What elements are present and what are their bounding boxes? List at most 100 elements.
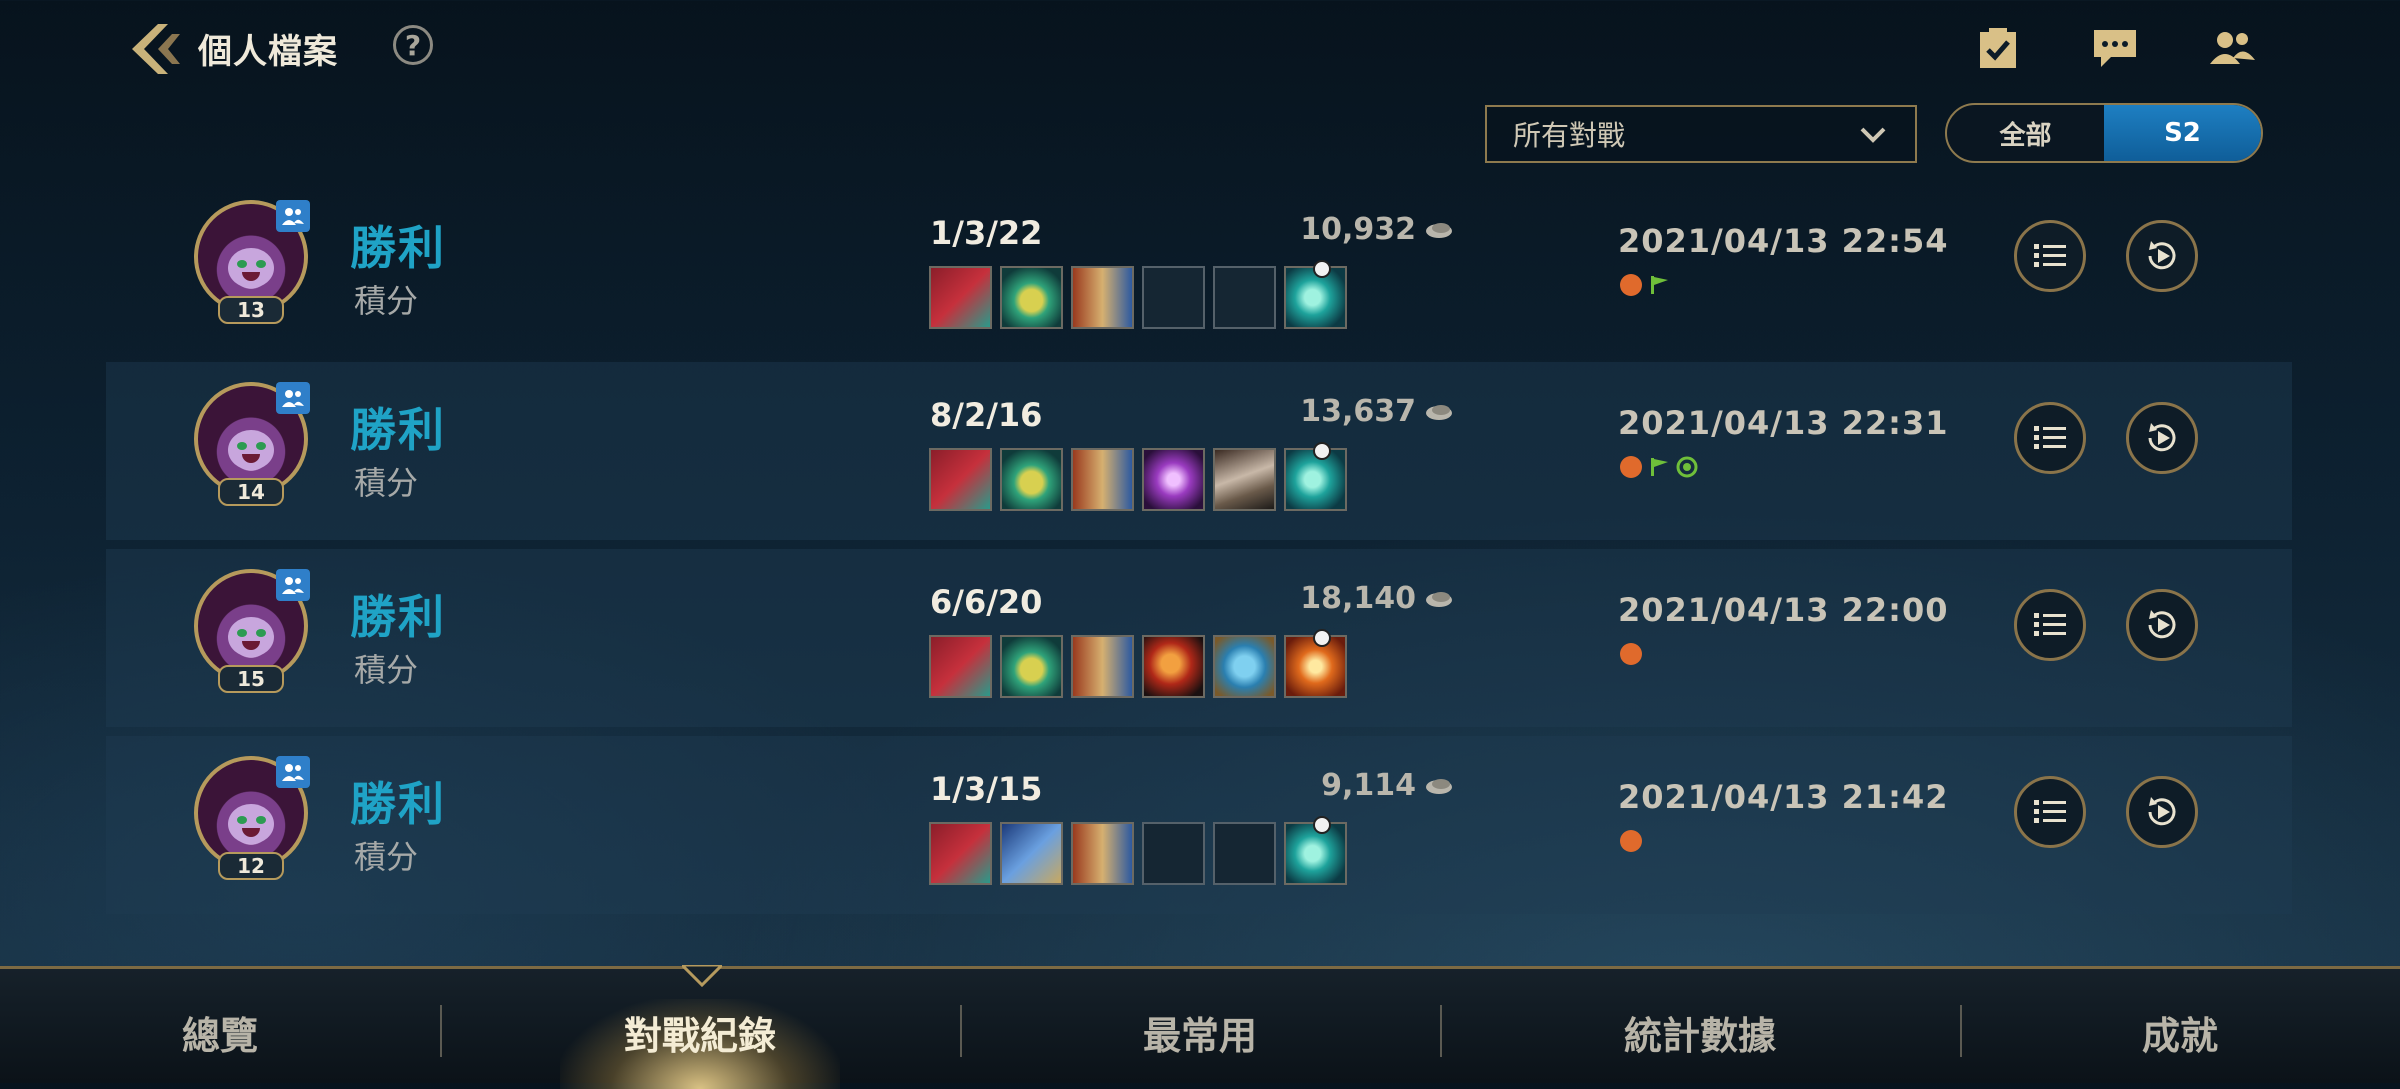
trinket-icon — [1284, 629, 1347, 698]
item-slots — [929, 629, 1347, 698]
friends-icon[interactable] — [2202, 20, 2262, 76]
missions-icon[interactable] — [1968, 20, 2028, 76]
first-blood-icon — [1620, 456, 1642, 478]
replay-button[interactable] — [2126, 589, 2198, 661]
back-arrow-icon — [132, 24, 180, 74]
kda: 1/3/22 — [930, 214, 1043, 252]
help-button[interactable]: ? — [393, 25, 433, 65]
active-tab-pointer-icon — [682, 965, 722, 987]
list-icon — [2034, 244, 2066, 267]
match-row[interactable]: 13 勝利 積分 1/3/22 10,932 2021/04/13 22:54 — [106, 180, 2292, 358]
tab-statistics[interactable]: 統計數據 — [1580, 1005, 1820, 1060]
first-blood-icon — [1620, 643, 1642, 665]
empty-item-slot — [1213, 266, 1276, 329]
match-row[interactable]: 15 勝利 積分 6/6/20 18,140 2021/04/13 22:00 — [106, 549, 2292, 727]
match-result: 勝利 — [350, 403, 446, 457]
match-details-button[interactable] — [2014, 589, 2086, 661]
item-icon — [1071, 822, 1134, 885]
kda: 6/6/20 — [930, 583, 1043, 621]
list-icon — [2034, 613, 2066, 636]
item-icon — [929, 635, 992, 698]
match-type-dropdown[interactable]: 所有對戰 — [1485, 105, 1917, 163]
kda: 1/3/15 — [930, 770, 1043, 808]
replay-button[interactable] — [2126, 402, 2198, 474]
match-details-button[interactable] — [2014, 776, 2086, 848]
flag-icon — [1651, 276, 1668, 294]
flag-icon — [1651, 458, 1668, 476]
item-icon — [1142, 635, 1205, 698]
trinket-icon — [1284, 442, 1347, 511]
match-result: 勝利 — [350, 777, 446, 831]
match-mode: 積分 — [354, 651, 419, 689]
gold-earned: 9,114 — [1321, 768, 1416, 803]
gold-earned: 10,932 — [1300, 212, 1416, 247]
champion-level: 13 — [218, 296, 284, 324]
tab-match-history[interactable]: 對戰紀錄 — [560, 1005, 840, 1060]
kda: 8/2/16 — [930, 396, 1043, 434]
chat-icon[interactable] — [2085, 20, 2145, 76]
item-icon — [929, 822, 992, 885]
tab-achievements[interactable]: 成就 — [2100, 1005, 2260, 1060]
match-datetime: 2021/04/13 22:54 — [1618, 222, 1949, 260]
first-blood-icon — [1620, 830, 1642, 852]
item-icon — [1000, 448, 1063, 511]
chevron-down-icon — [1860, 127, 1886, 143]
gold-coin-icon — [1426, 404, 1452, 420]
item-icon — [1071, 635, 1134, 698]
party-icon — [276, 756, 310, 788]
empty-item-slot — [1142, 822, 1205, 885]
match-result: 勝利 — [350, 590, 446, 644]
season-all-tab[interactable]: 全部 — [1947, 105, 2104, 161]
gold-earned: 18,140 — [1300, 581, 1416, 616]
champion-level: 12 — [218, 852, 284, 880]
ward-badge-icon — [1676, 456, 1698, 478]
first-blood-icon — [1620, 274, 1642, 296]
tab-divider — [1440, 1005, 1442, 1057]
champion-level: 15 — [218, 665, 284, 693]
party-icon — [276, 382, 310, 414]
empty-item-slot — [1142, 266, 1205, 329]
tab-most-played[interactable]: 最常用 — [1100, 1005, 1300, 1060]
item-icon — [1000, 822, 1063, 885]
replay-icon — [2148, 423, 2176, 452]
item-icon — [1000, 635, 1063, 698]
match-mode: 積分 — [354, 838, 419, 876]
tab-divider — [960, 1005, 962, 1057]
match-datetime: 2021/04/13 21:42 — [1618, 778, 1949, 816]
page-title: 個人檔案 — [198, 32, 338, 72]
season-toggle[interactable]: 全部 S2 — [1945, 103, 2263, 163]
tab-divider — [1960, 1005, 1962, 1057]
gold-earned: 13,637 — [1300, 394, 1416, 429]
party-icon — [276, 569, 310, 601]
tab-divider — [440, 1005, 442, 1057]
replay-icon — [2148, 241, 2176, 270]
match-badges — [1620, 456, 1698, 478]
trinket-icon — [1284, 260, 1347, 329]
item-icon — [1142, 448, 1205, 511]
match-badges — [1620, 643, 1642, 665]
gold-coin-icon — [1426, 222, 1452, 238]
match-row[interactable]: 14 勝利 積分 8/2/16 13,637 2021/04/13 22:31 — [106, 362, 2292, 540]
item-slots — [929, 442, 1347, 511]
match-details-button[interactable] — [2014, 402, 2086, 474]
replay-button[interactable] — [2126, 776, 2198, 848]
item-icon — [1213, 448, 1276, 511]
match-result: 勝利 — [350, 221, 446, 275]
match-row[interactable]: 12 勝利 積分 1/3/15 9,114 2021/04/13 21:42 — [106, 736, 2292, 914]
tab-overview[interactable]: 總覽 — [140, 1005, 300, 1060]
list-icon — [2034, 426, 2066, 449]
back-button[interactable] — [125, 18, 187, 80]
party-icon — [276, 200, 310, 232]
item-icon — [929, 266, 992, 329]
replay-icon — [2148, 610, 2176, 639]
item-slots — [929, 816, 1347, 885]
match-details-button[interactable] — [2014, 220, 2086, 292]
replay-button[interactable] — [2126, 220, 2198, 292]
empty-item-slot — [1213, 822, 1276, 885]
match-datetime: 2021/04/13 22:00 — [1618, 591, 1949, 629]
match-badges — [1620, 830, 1642, 852]
bottom-nav: 總覽 對戰紀錄 最常用 統計數據 成就 — [0, 965, 2400, 1089]
season-s2-tab[interactable]: S2 — [2104, 105, 2261, 161]
item-icon — [1213, 635, 1276, 698]
match-mode: 積分 — [354, 282, 419, 320]
